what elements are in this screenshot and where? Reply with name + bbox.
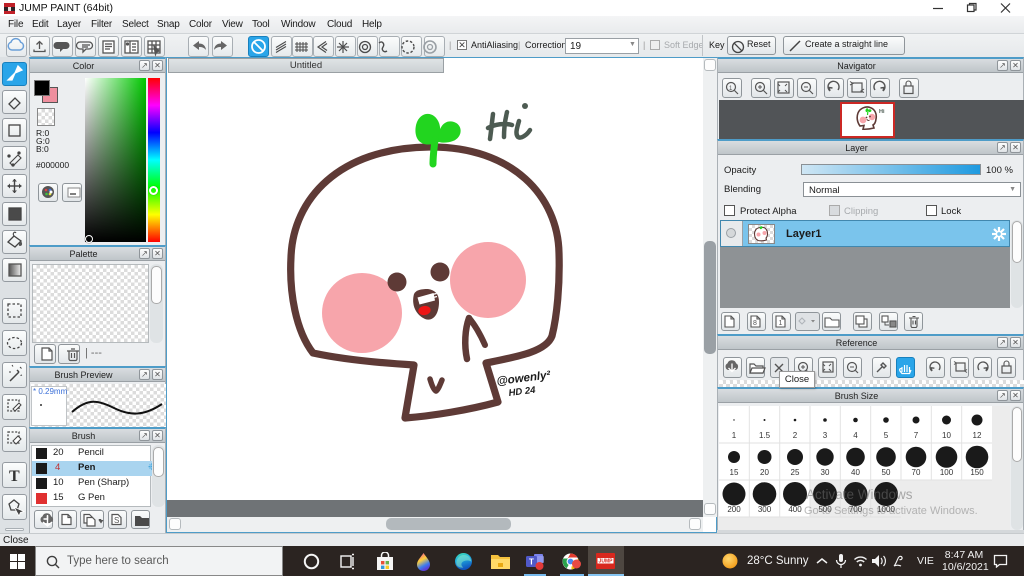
svg-text:7: 7 <box>914 431 919 440</box>
svg-text:10: 10 <box>942 431 951 440</box>
svg-text:50: 50 <box>882 468 891 477</box>
svg-text:Hi: Hi <box>879 109 885 115</box>
svg-text:200: 200 <box>727 505 741 514</box>
svg-text:30: 30 <box>821 468 830 477</box>
svg-text:T: T <box>9 468 20 485</box>
svg-text:400: 400 <box>788 505 802 514</box>
svg-text:2: 2 <box>793 431 798 440</box>
svg-text:1: 1 <box>732 431 737 440</box>
svg-text:12: 12 <box>973 431 982 440</box>
svg-text:100: 100 <box>940 468 954 477</box>
svg-text:20: 20 <box>760 468 769 477</box>
svg-text:70: 70 <box>912 468 921 477</box>
svg-text:3: 3 <box>823 431 828 440</box>
svg-text:25: 25 <box>791 468 800 477</box>
svg-text:JUMP: JUMP <box>599 559 614 565</box>
svg-text:4: 4 <box>853 431 858 440</box>
svg-text:T: T <box>529 558 534 567</box>
svg-text:150: 150 <box>970 468 984 477</box>
svg-text:1.5: 1.5 <box>759 431 771 440</box>
svg-text:5: 5 <box>884 431 889 440</box>
svg-text:300: 300 <box>758 505 772 514</box>
svg-text:S: S <box>114 516 119 525</box>
svg-text:1: 1 <box>779 320 783 327</box>
svg-text:40: 40 <box>851 468 860 477</box>
svg-text:HD 24: HD 24 <box>508 385 537 399</box>
svg-text:8: 8 <box>753 320 757 327</box>
svg-text:15: 15 <box>730 468 739 477</box>
